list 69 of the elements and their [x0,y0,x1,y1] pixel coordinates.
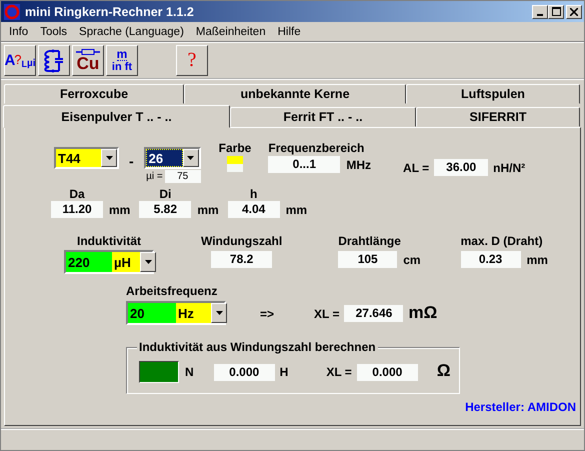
mu-field: 75 [164,170,201,183]
menu-item[interactable]: Maßeinheiten [190,26,272,38]
manufacturer-text: Hersteller: AMIDON [465,400,576,414]
al-label: AL = [403,160,430,174]
tab[interactable]: Eisenpulver T .. - .. [3,105,230,128]
wire-length-label: Drahtlänge [338,234,401,248]
tab[interactable]: Luftspulen [406,84,580,104]
dimension-field[interactable]: 11.20 [51,201,103,218]
unit-label: mΩ [408,303,438,323]
reactance-field: 27.646 [344,305,404,322]
wire-button[interactable]: Cu [72,45,104,76]
window-title: mini Ringkern-Rechner 1.1.2 [25,4,195,18]
ring-icon [4,4,20,20]
minimize-icon [537,14,543,16]
material-dropdown[interactable]: 26 [144,147,201,169]
minimize-button[interactable] [532,4,548,18]
menu-item[interactable]: Info [3,26,34,38]
inductance-label: Induktivität [76,234,141,248]
turns-label: Windungszahl [201,234,282,248]
tab[interactable]: unbekannte Kerne [184,84,406,104]
frequency-range-label: Frequenzbereich [268,141,366,155]
turns-field: 78.2 [211,251,272,268]
units-button[interactable]: m in ft [106,45,138,76]
unit-label: mm [197,202,219,216]
maximize-icon [552,6,560,16]
unit-label: MHz [346,158,372,172]
resistor-icon [76,49,100,55]
tab[interactable]: Ferroxcube [4,84,184,104]
inductance-field: 0.000 [214,364,275,380]
core-type-dropdown[interactable]: T44 [54,147,119,169]
menu-item[interactable]: Tools [34,26,74,38]
dimension-field[interactable]: 5.82 [139,201,192,218]
unit-label: H [280,365,288,379]
color-label: Farbe [218,141,252,155]
close-button[interactable] [566,4,582,18]
frequency-range-field: 0...1 [268,156,340,173]
group-title: Induktivität aus Windungszahl berechnen [137,340,378,354]
unit-label: mm [109,202,130,216]
wire-length-field: 105 [338,251,398,268]
unit-label: nH/N² [493,160,526,174]
tab[interactable]: Ferrit FT .. - .. [230,107,416,127]
inductance-factor-button[interactable]: A?$_{L}$µi [4,45,36,76]
unit-label: cm [403,252,421,266]
reactance-field: 0.000 [356,364,418,380]
max-diameter-field: 0.23 [460,251,521,268]
dimension-label: Di [158,187,172,201]
max-diameter-label: max. D (Draht) [460,234,543,248]
turns-label: N [185,365,194,379]
menu-item[interactable]: Hilfe [272,26,307,38]
work-frequency-label: Arbeitsfrequenz [126,284,218,298]
reactance-label: XL = [314,307,340,321]
work-frequency-input[interactable]: 20 Hz [126,301,226,325]
maximize-button[interactable] [548,4,564,18]
separator-text: - [129,153,134,169]
reactance-label: XL = [326,365,352,379]
arrow-text: => [260,307,274,321]
dimension-field[interactable]: 4.04 [228,201,280,218]
menu-item[interactable]: Sprache (Language) [73,26,190,38]
coil-button[interactable] [38,45,70,76]
dimension-label: Da [68,187,86,201]
unit-label: mm [526,252,548,266]
close-icon [570,8,578,16]
unit-label: mm [286,202,308,216]
al-field: 36.00 [434,159,488,176]
dimension-label: h [249,187,258,201]
tab[interactable]: SIFERRIT [416,107,580,127]
inductance-input[interactable]: 220 µH [64,250,154,274]
unit-label: Ω [436,361,450,381]
mu-label: µi = [146,171,163,182]
